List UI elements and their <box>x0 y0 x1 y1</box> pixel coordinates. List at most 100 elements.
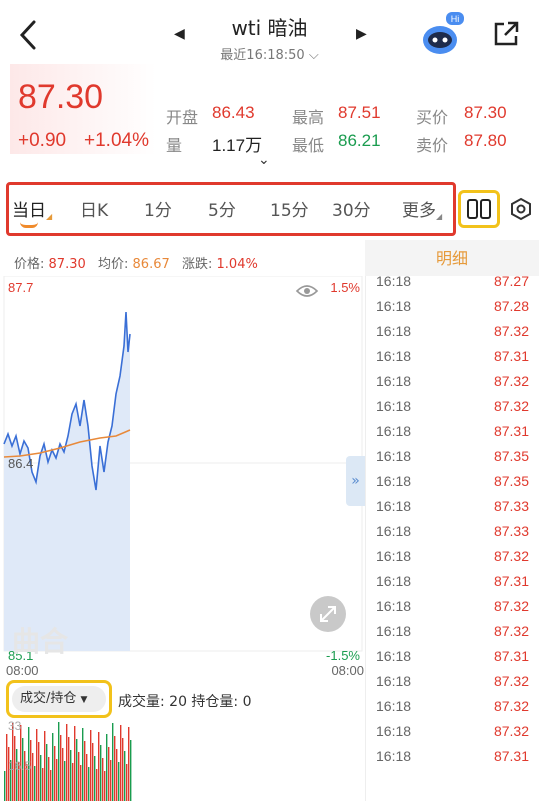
low-label: 最低 <box>292 136 325 155</box>
volume-bar <box>80 765 82 801</box>
detail-time: 16:18 <box>376 597 412 614</box>
volume-bar <box>102 758 104 801</box>
detail-time: 16:18 <box>376 472 412 489</box>
detail-price: 87.31 <box>493 422 529 439</box>
price-area-fill <box>4 312 130 651</box>
dual-chart-toggle[interactable] <box>458 190 500 228</box>
volume-bar <box>110 760 112 801</box>
volume-bar <box>96 769 98 801</box>
detail-price: 87.32 <box>493 547 529 564</box>
dropdown-triangle-icon: ◢ <box>46 212 53 221</box>
detail-time: 16:18 <box>376 322 412 339</box>
volume-bar <box>4 771 6 801</box>
detail-time: 16:18 <box>376 722 412 739</box>
detail-price: 87.27 <box>493 276 529 289</box>
detail-price: 87.28 <box>493 297 529 314</box>
expand-chevron-icon[interactable]: ⌄ <box>258 152 270 168</box>
volume-bar <box>118 762 120 801</box>
volume-bar <box>34 766 36 801</box>
volume-value: 1.17万 <box>212 136 263 155</box>
detail-row: 16:18 87.32 <box>366 618 539 643</box>
volume-bar <box>120 725 122 801</box>
bid-value: 87.30 <box>464 103 507 122</box>
next-arrow-icon[interactable]: ▶ <box>356 26 367 42</box>
detail-time: 16:18 <box>376 347 412 364</box>
detail-row: 16:18 87.33 <box>366 493 539 518</box>
high-value: 87.51 <box>338 103 381 122</box>
detail-row: 16:18 87.31 <box>366 643 539 668</box>
detail-row: 16:18 87.32 <box>366 693 539 718</box>
volume-bar <box>98 732 100 801</box>
detail-row: 16:18 87.32 <box>366 593 539 618</box>
tab-today[interactable]: 当日◢ <box>12 196 52 221</box>
x-axis-start: 08:00 <box>6 663 39 676</box>
detail-row: 16:18 87.31 <box>366 743 539 768</box>
tab-1min[interactable]: 1分 <box>144 196 172 221</box>
tab-5min[interactable]: 5分 <box>208 196 236 221</box>
detail-price: 87.32 <box>493 622 529 639</box>
volume-bar <box>38 742 40 801</box>
volume-bar <box>126 764 128 801</box>
volume-bar <box>84 741 86 801</box>
detail-time: 16:18 <box>376 697 412 714</box>
volume-bar <box>66 724 68 801</box>
volume-bar <box>74 726 76 801</box>
volume-bar <box>56 759 58 801</box>
tab-daily-k[interactable]: 日K <box>80 196 108 221</box>
detail-time: 16:18 <box>376 447 412 464</box>
tab-more[interactable]: 更多◢ <box>402 196 442 221</box>
detail-price: 87.31 <box>493 647 529 664</box>
tab-15min[interactable]: 15分 <box>270 196 309 221</box>
volume-bar <box>78 752 80 801</box>
volume-bar <box>40 755 42 801</box>
dropdown-triangle-icon: ◢ <box>436 212 443 221</box>
volume-selector[interactable]: 成交/持仓 ▼ <box>12 686 106 712</box>
volume-info: 成交量: 20 持仓量: 0 <box>118 694 252 710</box>
volume-bar <box>92 743 94 801</box>
volume-bar <box>128 727 130 801</box>
volume-bar <box>60 735 62 801</box>
tab-30min[interactable]: 30分 <box>332 196 371 221</box>
robot-assistant-icon[interactable]: Hi <box>418 12 464 58</box>
volume-bar <box>100 745 102 801</box>
expand-side-button[interactable]: » <box>346 456 365 506</box>
detail-price: 87.32 <box>493 397 529 414</box>
volume-bar <box>86 754 88 801</box>
detail-row: 16:18 87.27 <box>366 276 539 293</box>
detail-time: 16:18 <box>376 422 412 439</box>
detail-time: 16:18 <box>376 572 412 589</box>
volume-bar <box>54 746 56 801</box>
volume-bar <box>88 767 90 801</box>
pct-axis-top: 1.5% <box>330 280 360 295</box>
detail-row: 16:18 87.35 <box>366 468 539 493</box>
volume-bar <box>46 744 48 801</box>
detail-time: 16:18 <box>376 547 412 564</box>
vol-y-mid: 16.5 <box>8 759 32 773</box>
detail-price: 87.32 <box>493 322 529 339</box>
detail-time: 16:18 <box>376 522 412 539</box>
detail-header: 明细 <box>365 240 539 276</box>
pct-axis-bottom: -1.5% <box>326 648 360 663</box>
detail-row: 16:18 87.32 <box>366 543 539 568</box>
volume-bar <box>58 722 60 801</box>
detail-price: 87.32 <box>493 697 529 714</box>
fullscreen-icon[interactable] <box>310 596 346 632</box>
volume-bar <box>50 770 52 801</box>
info-avg: 均价: 86.67 <box>98 257 170 272</box>
detail-row: 16:18 87.32 <box>366 393 539 418</box>
share-icon[interactable] <box>490 18 522 50</box>
robot-badge: Hi <box>451 14 460 24</box>
detail-row: 16:18 87.32 <box>366 668 539 693</box>
detail-row: 16:18 87.31 <box>366 343 539 368</box>
settings-hex-icon[interactable] <box>508 196 534 222</box>
caret-down-icon: ▼ <box>80 695 88 705</box>
price-change-pct: +1.04% <box>84 130 149 151</box>
watermark-logo: 曲合 <box>12 625 69 658</box>
trade-detail-list[interactable]: 16:18 87.27 16:18 87.28 16:18 87.32 16:18 87.31… <box>365 276 539 801</box>
vol-y-top: 33 <box>8 719 22 733</box>
detail-time: 16:18 <box>376 647 412 664</box>
detail-time: 16:18 <box>376 397 412 414</box>
detail-time: 16:18 <box>376 747 412 764</box>
price-area <box>3 311 131 651</box>
volume-bar <box>52 733 54 801</box>
